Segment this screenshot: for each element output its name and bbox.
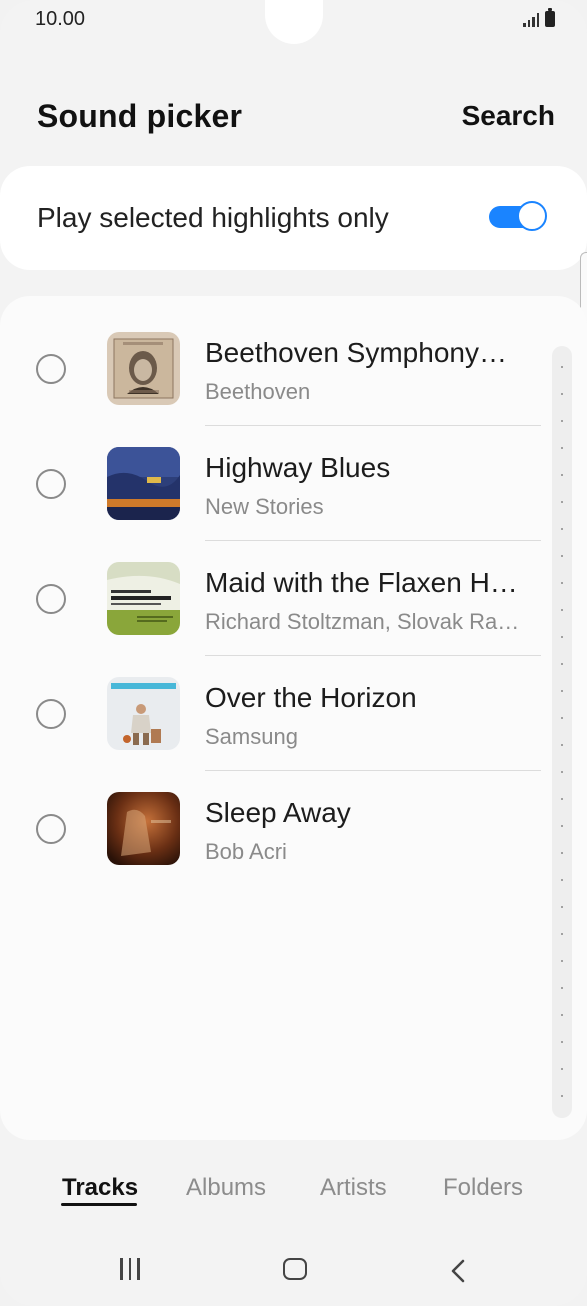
- tab-bar: Tracks Albums Artists Folders: [0, 1170, 587, 1210]
- scroll-dot: [561, 366, 563, 368]
- tab-tracks[interactable]: Tracks: [62, 1174, 138, 1202]
- maid-flaxen-album-art: [107, 562, 180, 635]
- scroll-dot: [561, 690, 563, 692]
- scroll-dot: [561, 609, 563, 611]
- scroll-dot: [561, 447, 563, 449]
- scroll-dot: [561, 798, 563, 800]
- track-title: Beethoven Symphony…: [205, 337, 507, 368]
- recent-apps-icon[interactable]: [120, 1258, 140, 1280]
- scroll-dot: [561, 717, 563, 719]
- track-item[interactable]: Over the Horizon Samsung: [0, 677, 587, 791]
- track-artist: Richard Stoltzman, Slovak Ra…: [205, 609, 520, 634]
- tab-artists[interactable]: Artists: [320, 1174, 387, 1202]
- toggle-label: Play selected highlights only: [37, 202, 389, 233]
- scroll-dot: [561, 1095, 563, 1097]
- active-tab-indicator: [61, 1203, 137, 1206]
- battery-icon: [545, 8, 555, 27]
- scroll-dot: [561, 528, 563, 530]
- scroll-dot: [561, 852, 563, 854]
- scroll-dot: [561, 1068, 563, 1070]
- signal-icon: [523, 11, 539, 27]
- track-artist: Bob Acri: [205, 839, 287, 864]
- home-icon[interactable]: [283, 1258, 307, 1280]
- radio-button[interactable]: [36, 814, 66, 844]
- page-title: Sound picker: [37, 98, 243, 134]
- switch-knob: [517, 201, 547, 231]
- track-artist: Samsung: [205, 724, 298, 749]
- track-title: Highway Blues: [205, 452, 391, 483]
- search-button[interactable]: Search: [462, 100, 555, 132]
- sleep-away-album-art: [107, 792, 180, 865]
- highlights-toggle-row[interactable]: Play selected highlights only: [0, 166, 587, 270]
- track-artist: Beethoven: [205, 379, 311, 404]
- highway-blues-album-art: [107, 447, 180, 520]
- track-item[interactable]: Sleep Away Bob Acri: [0, 792, 587, 906]
- scroll-dot: [561, 987, 563, 989]
- scroll-dot: [561, 960, 563, 962]
- beethoven-album-art: [107, 332, 180, 405]
- scroll-dot: [561, 582, 563, 584]
- back-icon[interactable]: [446, 1258, 472, 1284]
- scroll-dot: [561, 1014, 563, 1016]
- radio-button[interactable]: [36, 354, 66, 384]
- scroll-dot: [561, 906, 563, 908]
- highlights-switch[interactable]: [489, 200, 547, 234]
- tab-folders[interactable]: Folders: [443, 1174, 523, 1202]
- scroll-dot: [561, 420, 563, 422]
- radio-button[interactable]: [36, 699, 66, 729]
- system-nav-bar: [0, 1240, 587, 1300]
- tab-albums[interactable]: Albums: [186, 1174, 266, 1202]
- scroll-dot: [561, 393, 563, 395]
- over-horizon-album-art: [107, 677, 180, 750]
- scroll-dot: [561, 744, 563, 746]
- status-time: 10.00: [35, 8, 86, 30]
- status-icons: [523, 8, 555, 27]
- divider: [205, 540, 541, 541]
- track-artist: New Stories: [205, 494, 324, 519]
- scroll-dot: [561, 555, 563, 557]
- track-item[interactable]: Beethoven Symphony… Beethoven: [0, 332, 587, 446]
- track-title: Over the Horizon: [205, 682, 417, 713]
- scroll-dot: [561, 825, 563, 827]
- scroll-dot: [561, 933, 563, 935]
- scroll-dot: [561, 501, 563, 503]
- scroll-dot: [561, 663, 563, 665]
- scroll-dot: [561, 636, 563, 638]
- divider: [205, 425, 541, 426]
- fast-scroll-bar[interactable]: [552, 346, 572, 1118]
- track-item[interactable]: Highway Blues New Stories: [0, 447, 587, 561]
- divider: [205, 655, 541, 656]
- track-item[interactable]: Maid with the Flaxen H… Richard Stoltzma…: [0, 562, 587, 676]
- scroll-dot: [561, 771, 563, 773]
- scroll-dot: [561, 1041, 563, 1043]
- camera-notch: [265, 0, 323, 44]
- track-title: Sleep Away: [205, 797, 351, 828]
- radio-button[interactable]: [36, 469, 66, 499]
- screen: 10.00 Sound picker Search Play selected …: [0, 0, 587, 1306]
- divider: [205, 770, 541, 771]
- track-title: Maid with the Flaxen H…: [205, 567, 518, 598]
- scroll-dot: [561, 879, 563, 881]
- radio-button[interactable]: [36, 584, 66, 614]
- scroll-dot: [561, 474, 563, 476]
